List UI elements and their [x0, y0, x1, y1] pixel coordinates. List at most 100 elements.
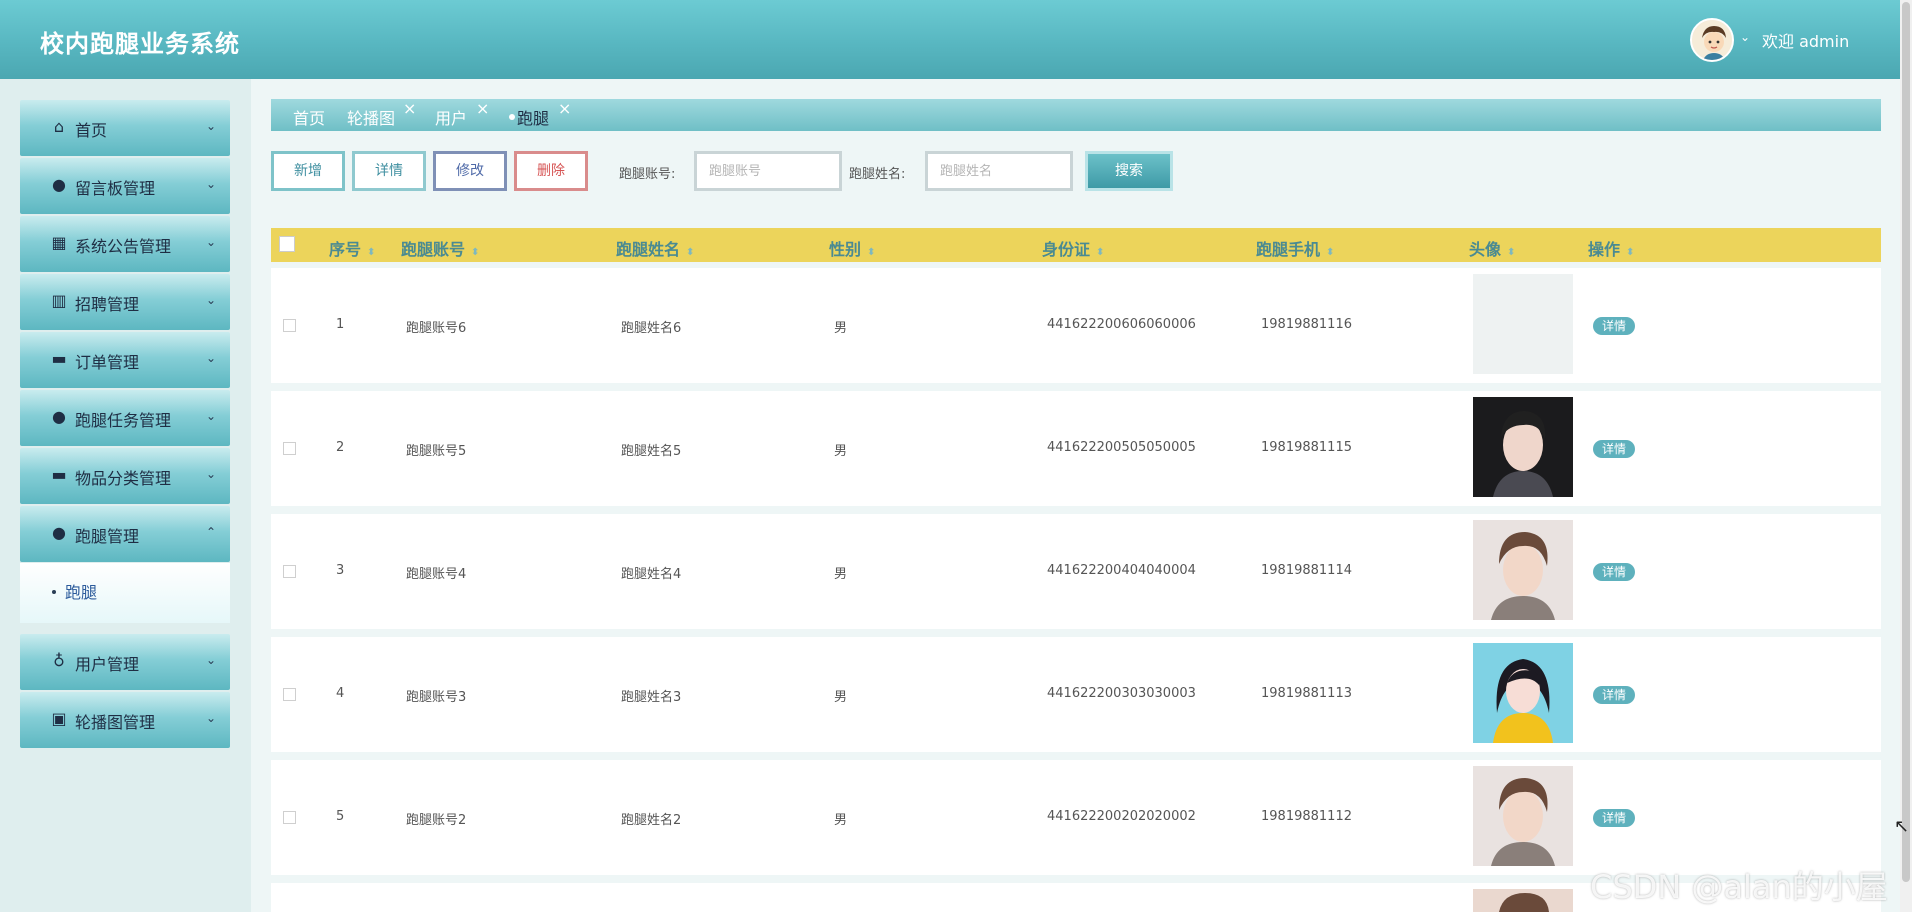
delete-button[interactable]: 删除	[514, 151, 588, 191]
scrollbar-thumb[interactable]	[1902, 2, 1910, 882]
submenu-item-label: 跑腿	[65, 583, 98, 602]
edit-button[interactable]: 修改	[433, 151, 507, 191]
avatar-thumbnail	[1473, 520, 1573, 620]
detail-button[interactable]: 详情	[352, 151, 426, 191]
chevron-down-icon: ⌄	[205, 711, 216, 725]
sidebar-item-label: 跑腿任务管理	[75, 411, 172, 430]
user-avatar[interactable]	[1690, 18, 1734, 62]
close-icon[interactable]: ×	[558, 99, 571, 118]
sort-icon: ⬍	[1326, 247, 1335, 258]
sidebar-item-label: 跑腿管理	[75, 527, 140, 546]
chevron-down-icon: ⌄	[205, 467, 216, 481]
cell-gender: 男	[834, 813, 848, 828]
welcome-text: 欢迎 admin	[1762, 32, 1850, 51]
sidebar: ⌂ 首页 ⌄ ● 留言板管理 ⌄ ▦ 系统公告管理 ⌄ ▥ 招聘管理 ⌄ ▬ 订…	[0, 79, 251, 912]
row-checkbox[interactable]	[283, 319, 296, 332]
sidebar-item-orders[interactable]: ▬ 订单管理 ⌄	[20, 332, 230, 388]
tab-users[interactable]: 用户	[435, 105, 467, 129]
sidebar-item-label: 招聘管理	[75, 295, 140, 314]
cell-gender: 男	[834, 567, 848, 582]
cell-account: 跑腿账号6	[406, 321, 467, 336]
sidebar-item-recruitment[interactable]: ▥ 招聘管理 ⌄	[20, 274, 230, 330]
row-checkbox[interactable]	[283, 811, 296, 824]
search-button[interactable]: 搜索	[1085, 151, 1173, 191]
cell-name: 跑腿姓名4	[621, 567, 682, 582]
col-gender[interactable]: 性别 ⬍	[829, 236, 875, 260]
col-name[interactable]: 跑腿姓名 ⬍	[616, 236, 694, 260]
mouse-cursor-icon: ↖	[1894, 816, 1910, 837]
table-header: 序号 ⬍ 跑腿账号 ⬍ 跑腿姓名 ⬍ 性别 ⬍ 身份证 ⬍ 跑腿手机 ⬍ 头像 ⬍ 操作 ⬍	[271, 228, 1881, 262]
avatar-thumbnail	[1473, 889, 1573, 912]
tab-runner[interactable]: 跑腿	[517, 105, 549, 129]
cell-gender: 男	[834, 444, 848, 459]
name-search-input[interactable]	[925, 151, 1073, 191]
row-checkbox[interactable]	[283, 565, 296, 578]
table-row[interactable]: 4 跑腿账号3 跑腿姓名3 男 441622200303030003 19819…	[271, 637, 1881, 752]
cell-index: 1	[336, 317, 345, 332]
account-search-input[interactable]	[694, 151, 842, 191]
sidebar-item-tasks[interactable]: ● 跑腿任务管理 ⌄	[20, 390, 230, 446]
col-avatar[interactable]: 头像 ⬍	[1469, 236, 1515, 260]
row-checkbox[interactable]	[283, 688, 296, 701]
table-row[interactable]: 1 跑腿账号6 跑腿姓名6 男 441622200606060006 19819…	[271, 268, 1881, 383]
cell-idcard: 441622200505050005	[1047, 440, 1196, 455]
sidebar-item-messages[interactable]: ● 留言板管理 ⌄	[20, 158, 230, 214]
col-actions[interactable]: 操作 ⬍	[1588, 236, 1634, 260]
top-header: 校内跑腿业务系统 ⌄ 欢迎 admin	[0, 0, 1912, 79]
col-idcard[interactable]: 身份证 ⬍	[1042, 236, 1104, 260]
message-icon: ●	[52, 175, 66, 194]
close-icon[interactable]: ×	[403, 99, 416, 118]
add-button[interactable]: 新增	[271, 151, 345, 191]
row-detail-button[interactable]: 详情	[1593, 317, 1635, 335]
sidebar-item-users[interactable]: ♁ 用户管理 ⌄	[20, 634, 230, 690]
submenu-runner[interactable]: 跑腿	[20, 563, 230, 623]
name-label: 跑腿姓名:	[849, 167, 906, 182]
cell-phone: 19819881112	[1261, 809, 1352, 824]
chevron-down-icon: ⌄	[205, 235, 216, 249]
cell-name: 跑腿姓名6	[621, 321, 682, 336]
card-icon: ▬	[51, 465, 67, 484]
col-account[interactable]: 跑腿账号 ⬍	[401, 236, 479, 260]
select-all-checkbox[interactable]	[279, 236, 295, 252]
card-icon: ▬	[51, 349, 67, 368]
row-detail-button[interactable]: 详情	[1593, 809, 1635, 827]
sidebar-item-label: 用户管理	[75, 655, 140, 674]
sidebar-item-runners[interactable]: ● 跑腿管理 ⌃	[20, 506, 230, 562]
avatar-thumbnail	[1473, 766, 1573, 866]
row-checkbox[interactable]	[283, 442, 296, 455]
vertical-scrollbar[interactable]	[1900, 0, 1912, 912]
cell-phone: 19819881115	[1261, 440, 1352, 455]
sidebar-item-carousel[interactable]: ▣ 轮播图管理 ⌄	[20, 692, 230, 748]
sidebar-item-label: 留言板管理	[75, 179, 156, 198]
chevron-down-icon: ⌄	[205, 119, 216, 133]
sidebar-item-label: 首页	[75, 121, 108, 140]
table-row[interactable]: 2 跑腿账号5 跑腿姓名5 男 441622200505050005 19819…	[271, 391, 1881, 506]
active-dot-icon	[509, 114, 515, 120]
sidebar-item-home[interactable]: ⌂ 首页 ⌄	[20, 100, 230, 156]
chevron-down-icon[interactable]: ⌄	[1740, 30, 1750, 44]
row-detail-button[interactable]: 详情	[1593, 686, 1635, 704]
drop-icon: ●	[52, 407, 66, 426]
row-detail-button[interactable]: 详情	[1593, 563, 1635, 581]
row-detail-button[interactable]: 详情	[1593, 440, 1635, 458]
cell-idcard: 441622200404040004	[1047, 563, 1196, 578]
account-label: 跑腿账号:	[619, 167, 676, 182]
cell-account: 跑腿账号5	[406, 444, 467, 459]
sidebar-item-label: 轮播图管理	[75, 713, 156, 732]
chevron-down-icon: ⌄	[205, 351, 216, 365]
close-icon[interactable]: ×	[476, 99, 489, 118]
cell-index: 5	[336, 809, 345, 824]
col-index[interactable]: 序号 ⬍	[329, 236, 375, 260]
table-row[interactable]: 3 跑腿账号4 跑腿姓名4 男 441622200404040004 19819…	[271, 514, 1881, 629]
sidebar-item-categories[interactable]: ▬ 物品分类管理 ⌄	[20, 448, 230, 504]
watermark: CSDN @alan的小屋	[1590, 868, 1888, 906]
tab-carousel[interactable]: 轮播图	[347, 105, 395, 129]
table-row[interactable]: 5 跑腿账号2 跑腿姓名2 男 441622200202020002 19819…	[271, 760, 1881, 875]
image-icon: ▣	[51, 709, 67, 728]
col-phone[interactable]: 跑腿手机 ⬍	[1256, 236, 1334, 260]
sidebar-item-announcements[interactable]: ▦ 系统公告管理 ⌄	[20, 216, 230, 272]
tab-home[interactable]: 首页	[293, 105, 325, 129]
badge-icon: ♁	[53, 651, 65, 670]
cell-idcard: 441622200606060006	[1047, 317, 1196, 332]
cell-name: 跑腿姓名5	[621, 444, 682, 459]
